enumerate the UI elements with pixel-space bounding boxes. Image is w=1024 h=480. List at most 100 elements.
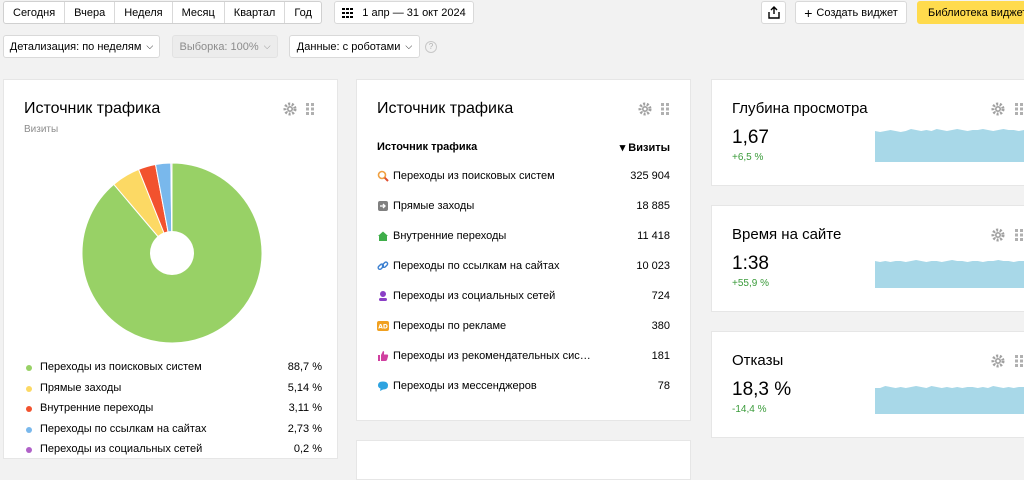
sparkline-area <box>875 260 1024 288</box>
table-row[interactable]: Внутренние переходы 11 418 <box>377 229 670 245</box>
ad-icon: AD <box>377 321 389 331</box>
legend-dot <box>26 447 32 453</box>
table-row[interactable]: Переходы из социальных сетей 724 <box>377 289 670 305</box>
sample-dropdown[interactable]: Выборка: 100% ⌵ <box>172 35 278 58</box>
row-value: 325 904 <box>630 170 670 182</box>
gear-icon[interactable] <box>638 102 652 116</box>
legend-dot <box>26 426 32 433</box>
legend-value: 0,2 % <box>293 443 322 455</box>
period-month[interactable]: Месяц <box>173 2 225 23</box>
gear-icon[interactable] <box>991 102 1005 116</box>
drag-handle-icon[interactable] <box>1015 355 1023 367</box>
table-row[interactable]: Переходы из поисковых систем 325 904 <box>377 169 670 185</box>
row-value: 11 418 <box>637 230 670 242</box>
gear-icon[interactable] <box>991 354 1005 368</box>
column-header-visits[interactable]: ▾ Визиты <box>620 141 670 154</box>
table-row[interactable]: Переходы по ссылкам на сайтах 10 023 <box>377 259 670 275</box>
period-quarter[interactable]: Квартал <box>225 2 286 23</box>
widget-library-button[interactable]: Библиотека виджет <box>917 1 1024 24</box>
drag-handle-icon[interactable] <box>1015 103 1023 115</box>
row-value: 380 <box>651 320 670 332</box>
sparkline-chart <box>875 129 1024 162</box>
table-row[interactable]: AD Переходы по рекламе 380 <box>377 319 670 335</box>
legend-label: Переходы из социальных сетей <box>40 443 203 455</box>
row-value: 181 <box>651 350 670 362</box>
sparkline-area <box>875 386 1024 414</box>
drag-handle-icon[interactable] <box>306 103 314 115</box>
row-label: Переходы из мессенджеров <box>393 380 537 392</box>
traffic-source-table-card: Источник трафика Источник трафика ▾ Визи… <box>356 79 691 421</box>
row-label: Переходы из поисковых систем <box>393 170 555 182</box>
row-label: Переходы из рекомендательных сис… <box>393 350 591 362</box>
table-row[interactable]: Переходы из рекомендательных сис… 181 <box>377 349 670 365</box>
period-year[interactable]: Год <box>285 2 321 23</box>
legend-item[interactable]: Переходы по ссылкам на сайтах 2,73 % <box>26 423 326 437</box>
detail-label: Детализация: по неделям <box>9 40 142 53</box>
metric-value: 18,3 % <box>732 379 792 400</box>
legend-dot <box>26 406 32 412</box>
period-selector: Сегодня Вчера Неделя Месяц Квартал Год <box>3 1 322 24</box>
thumbs-up-icon <box>378 351 389 361</box>
row-label: Внутренние переходы <box>393 230 507 242</box>
metric-value: 1:38 <box>732 253 769 274</box>
widget-card-partial <box>356 440 691 480</box>
metric-card: Отказы 18,3 % -14,4 % <box>711 331 1024 438</box>
drag-handle-icon[interactable] <box>661 103 669 115</box>
period-today[interactable]: Сегодня <box>4 2 66 23</box>
legend-item[interactable]: Переходы из социальных сетей 0,2 % <box>26 443 326 457</box>
metric-title: Время на сайте <box>732 226 842 243</box>
column-header-source: Источник трафика <box>377 141 478 153</box>
table-row[interactable]: Переходы из мессенджеров 78 <box>377 379 670 395</box>
row-label: Прямые заходы <box>393 200 475 212</box>
share-icon <box>767 6 780 19</box>
legend-item[interactable]: Внутренние переходы 3,11 % <box>26 402 326 416</box>
legend-label: Переходы из поисковых систем <box>40 361 202 373</box>
period-yesterday[interactable]: Вчера <box>65 2 116 23</box>
sample-label: Выборка: 100% <box>179 40 259 53</box>
help-icon[interactable]: ? <box>425 41 437 53</box>
date-range-label: 1 апр — 31 окт 2024 <box>362 6 466 19</box>
legend-value: 3,11 % <box>288 402 322 414</box>
table-row[interactable]: Прямые заходы 18 885 <box>377 199 670 215</box>
legend-value: 2,73 % <box>287 422 322 435</box>
period-week[interactable]: Неделя <box>115 2 173 23</box>
sparkline-chart <box>875 386 1024 414</box>
link-icon <box>377 261 389 271</box>
row-value: 724 <box>651 290 670 302</box>
home-icon <box>378 231 388 241</box>
row-value: 78 <box>657 380 670 392</box>
metric-value: 1,67 <box>732 127 769 148</box>
date-range-button[interactable]: 1 апр — 31 окт 2024 <box>334 1 474 24</box>
svg-text:AD: AD <box>378 324 388 331</box>
gear-icon[interactable] <box>283 102 297 116</box>
share-button[interactable] <box>761 1 786 24</box>
widget-library-label: Библиотека виджет <box>928 6 1024 19</box>
chat-icon <box>378 381 388 391</box>
card-title: Источник трафика <box>377 100 514 117</box>
card-title: Источник трафика <box>24 100 161 117</box>
legend-label: Переходы по ссылкам на сайтах <box>40 422 207 435</box>
legend-dot <box>26 365 32 371</box>
legend-dot <box>26 385 32 392</box>
drag-handle-icon[interactable] <box>1015 229 1023 241</box>
legend-value: 5,14 % <box>287 381 322 394</box>
detail-dropdown[interactable]: Детализация: по неделям ⌵ <box>3 35 160 58</box>
gear-icon[interactable] <box>991 228 1005 242</box>
legend-item[interactable]: Прямые заходы 5,14 % <box>26 382 326 396</box>
legend-label: Внутренние переходы <box>40 402 154 414</box>
row-label: Переходы из социальных сетей <box>393 290 556 302</box>
chevron-down-icon: ⌵ <box>405 41 413 51</box>
direct-enter-icon <box>378 201 388 211</box>
metric-delta: +55,9 % <box>732 278 769 289</box>
metric-card: Глубина просмотра 1,67 +6,5 % <box>711 79 1024 186</box>
pie-chart <box>81 162 263 344</box>
metric-delta: -14,4 % <box>732 404 767 415</box>
create-widget-label: Создать виджет <box>816 6 898 19</box>
create-widget-button[interactable]: + Создать виджет <box>795 1 907 24</box>
row-value: 10 023 <box>636 260 670 272</box>
row-label: Переходы по рекламе <box>393 320 507 332</box>
data-dropdown[interactable]: Данные: с роботами ⌵ <box>289 35 420 58</box>
sparkline-area <box>875 129 1024 162</box>
legend-value: 88,7 % <box>287 361 322 373</box>
legend-item[interactable]: Переходы из поисковых систем 88,7 % <box>26 361 326 375</box>
